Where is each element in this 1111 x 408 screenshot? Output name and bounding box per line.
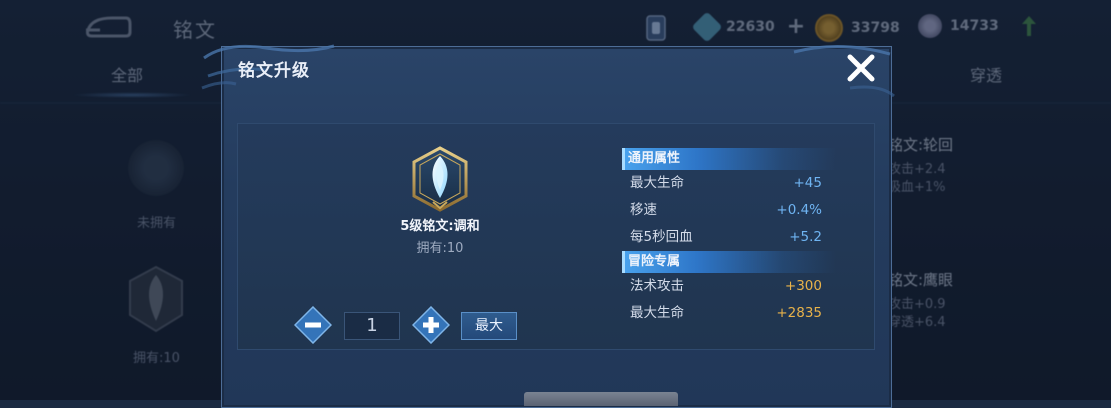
modal-title: 铭文升级: [238, 61, 310, 81]
stat-row: 移速 +0.4%: [622, 197, 836, 224]
quantity-input[interactable]: 1: [344, 312, 400, 340]
increase-button[interactable]: [412, 306, 450, 344]
stat-value: +0.4%: [776, 202, 822, 218]
stat-row: 最大生命 +2835: [622, 300, 836, 324]
stat-value: +2835: [776, 305, 822, 321]
rune-owned-count: 拥有:10: [416, 241, 464, 256]
stat-row: 法术攻击 +300: [622, 273, 836, 300]
stat-row: 最大生命 +45: [622, 170, 836, 197]
stat-row: 每5秒回血 +5.2: [622, 224, 836, 251]
stat-label: 法术攻击: [630, 278, 684, 294]
stat-label: 移速: [630, 202, 657, 218]
rune-crystal-icon: [412, 146, 468, 212]
close-icon[interactable]: [845, 52, 877, 84]
stat-value: +300: [784, 278, 822, 294]
stat-label: 最大生命: [630, 305, 684, 321]
section-header-general: 通用属性: [622, 148, 836, 170]
stat-label: 每5秒回血: [630, 229, 693, 245]
stat-value: +45: [793, 175, 823, 191]
max-button[interactable]: 最大: [461, 312, 517, 340]
stats-list[interactable]: 通用属性 最大生命 +45 移速 +0.4% 每5秒回血 +5.2 冒险专属 法…: [622, 148, 836, 324]
stat-label: 最大生命: [630, 175, 684, 191]
stat-value: +5.2: [789, 229, 822, 245]
confirm-button[interactable]: [524, 392, 678, 406]
rune-name: 5级铭文:调和: [400, 219, 480, 234]
section-header-adventure: 冒险专属: [622, 251, 836, 273]
decrease-button[interactable]: [294, 306, 332, 344]
